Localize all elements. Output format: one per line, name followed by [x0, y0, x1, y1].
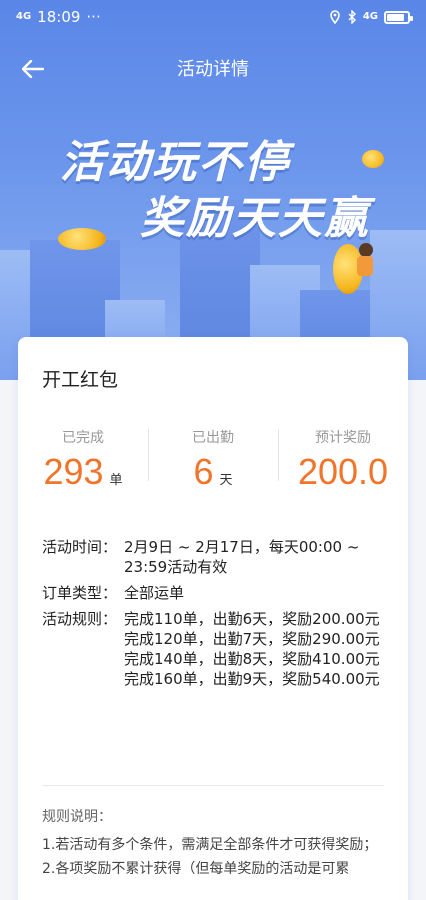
rule-item: 完成160单，出勤9天，奖励540.00元: [124, 670, 380, 688]
stat-label: 已出勤: [192, 430, 234, 446]
detail-row-time: 活动时间： 2月9日 ~ 2月17日，每天00:00 ~ 23:59活动有效: [42, 537, 392, 577]
rule-item: 完成110单，出勤6天，奖励200.00元: [124, 610, 380, 628]
status-time: 18:09: [37, 8, 81, 26]
rule-item: 完成120单，出勤7天，奖励290.00元: [124, 630, 380, 648]
detail-value: 完成110单，出勤6天，奖励200.00元 完成120单，出勤7天，奖励290.…: [124, 609, 392, 689]
stat-label: 已完成: [62, 430, 104, 446]
back-button[interactable]: [18, 54, 48, 84]
notes-heading: 规则说明：: [42, 809, 112, 825]
detail-row-rules: 活动规则： 完成110单，出勤6天，奖励200.00元 完成120单，出勤7天，…: [42, 609, 392, 689]
detail-value: 2月9日 ~ 2月17日，每天00:00 ~ 23:59活动有效: [124, 538, 360, 576]
stat-value: 6: [193, 451, 214, 492]
activity-details: 活动时间： 2月9日 ~ 2月17日，每天00:00 ~ 23:59活动有效 订…: [42, 537, 392, 695]
divider: [42, 785, 384, 786]
person-icon: [355, 243, 375, 279]
detail-row-type: 订单类型： 全部运单: [42, 583, 392, 603]
stat-attendance: 已出勤 6天: [148, 427, 278, 497]
stat-label: 预计奖励: [315, 430, 371, 446]
stat-unit: 天: [219, 473, 233, 488]
nav-bar: 活动详情: [0, 44, 426, 92]
activity-card: 开工红包 已完成 293 单 已出勤 6天 预计奖励 200.0 活动时间： 2月…: [18, 337, 408, 900]
note-item: 1.若活动有多个条件，需满足全部条件才可获得奖励；: [42, 837, 378, 853]
location-icon: [330, 10, 340, 24]
banner-headline-1: 活动玩不停: [60, 137, 290, 188]
rule-notes: 规则说明： 1.若活动有多个条件，需满足全部条件才可获得奖励； 2.各项奖励不累…: [42, 805, 387, 881]
status-dots: ···: [86, 8, 101, 26]
stat-value: 200.0: [297, 451, 389, 492]
rule-item: 完成140单，出勤8天，奖励410.00元: [124, 650, 380, 668]
hero-banner: 4G 18:09 ··· 4G 活动详情 活动玩不停 奖励天天赢: [0, 0, 426, 380]
stats-row: 已完成 293 单 已出勤 6天 预计奖励 200.0: [18, 427, 408, 497]
network-icon: 4G: [16, 11, 32, 22]
activity-title: 开工红包: [42, 369, 119, 391]
detail-key: 活动规则：: [42, 610, 118, 628]
back-arrow-icon: [22, 60, 44, 78]
detail-key: 订单类型：: [42, 584, 118, 602]
coin-icon: [58, 228, 106, 250]
page-title: 活动详情: [177, 59, 249, 80]
bluetooth-icon: [348, 10, 356, 24]
stat-reward: 预计奖励 200.0: [278, 427, 408, 497]
coin-icon: [362, 150, 384, 168]
note-item: 2.各项奖励不累计获得（但每单奖励的活动是可累: [42, 861, 350, 877]
stat-unit: 单: [109, 473, 123, 488]
status-bar: 4G 18:09 ··· 4G: [0, 0, 426, 34]
signal-icon: 4G: [362, 11, 378, 22]
banner-headline-2: 奖励天天赢: [140, 193, 370, 244]
detail-key: 活动时间：: [42, 538, 118, 556]
stat-value: 293: [43, 451, 104, 492]
stat-completed: 已完成 293 单: [18, 427, 148, 497]
battery-icon: [384, 10, 413, 24]
detail-value: 全部运单: [124, 584, 185, 602]
